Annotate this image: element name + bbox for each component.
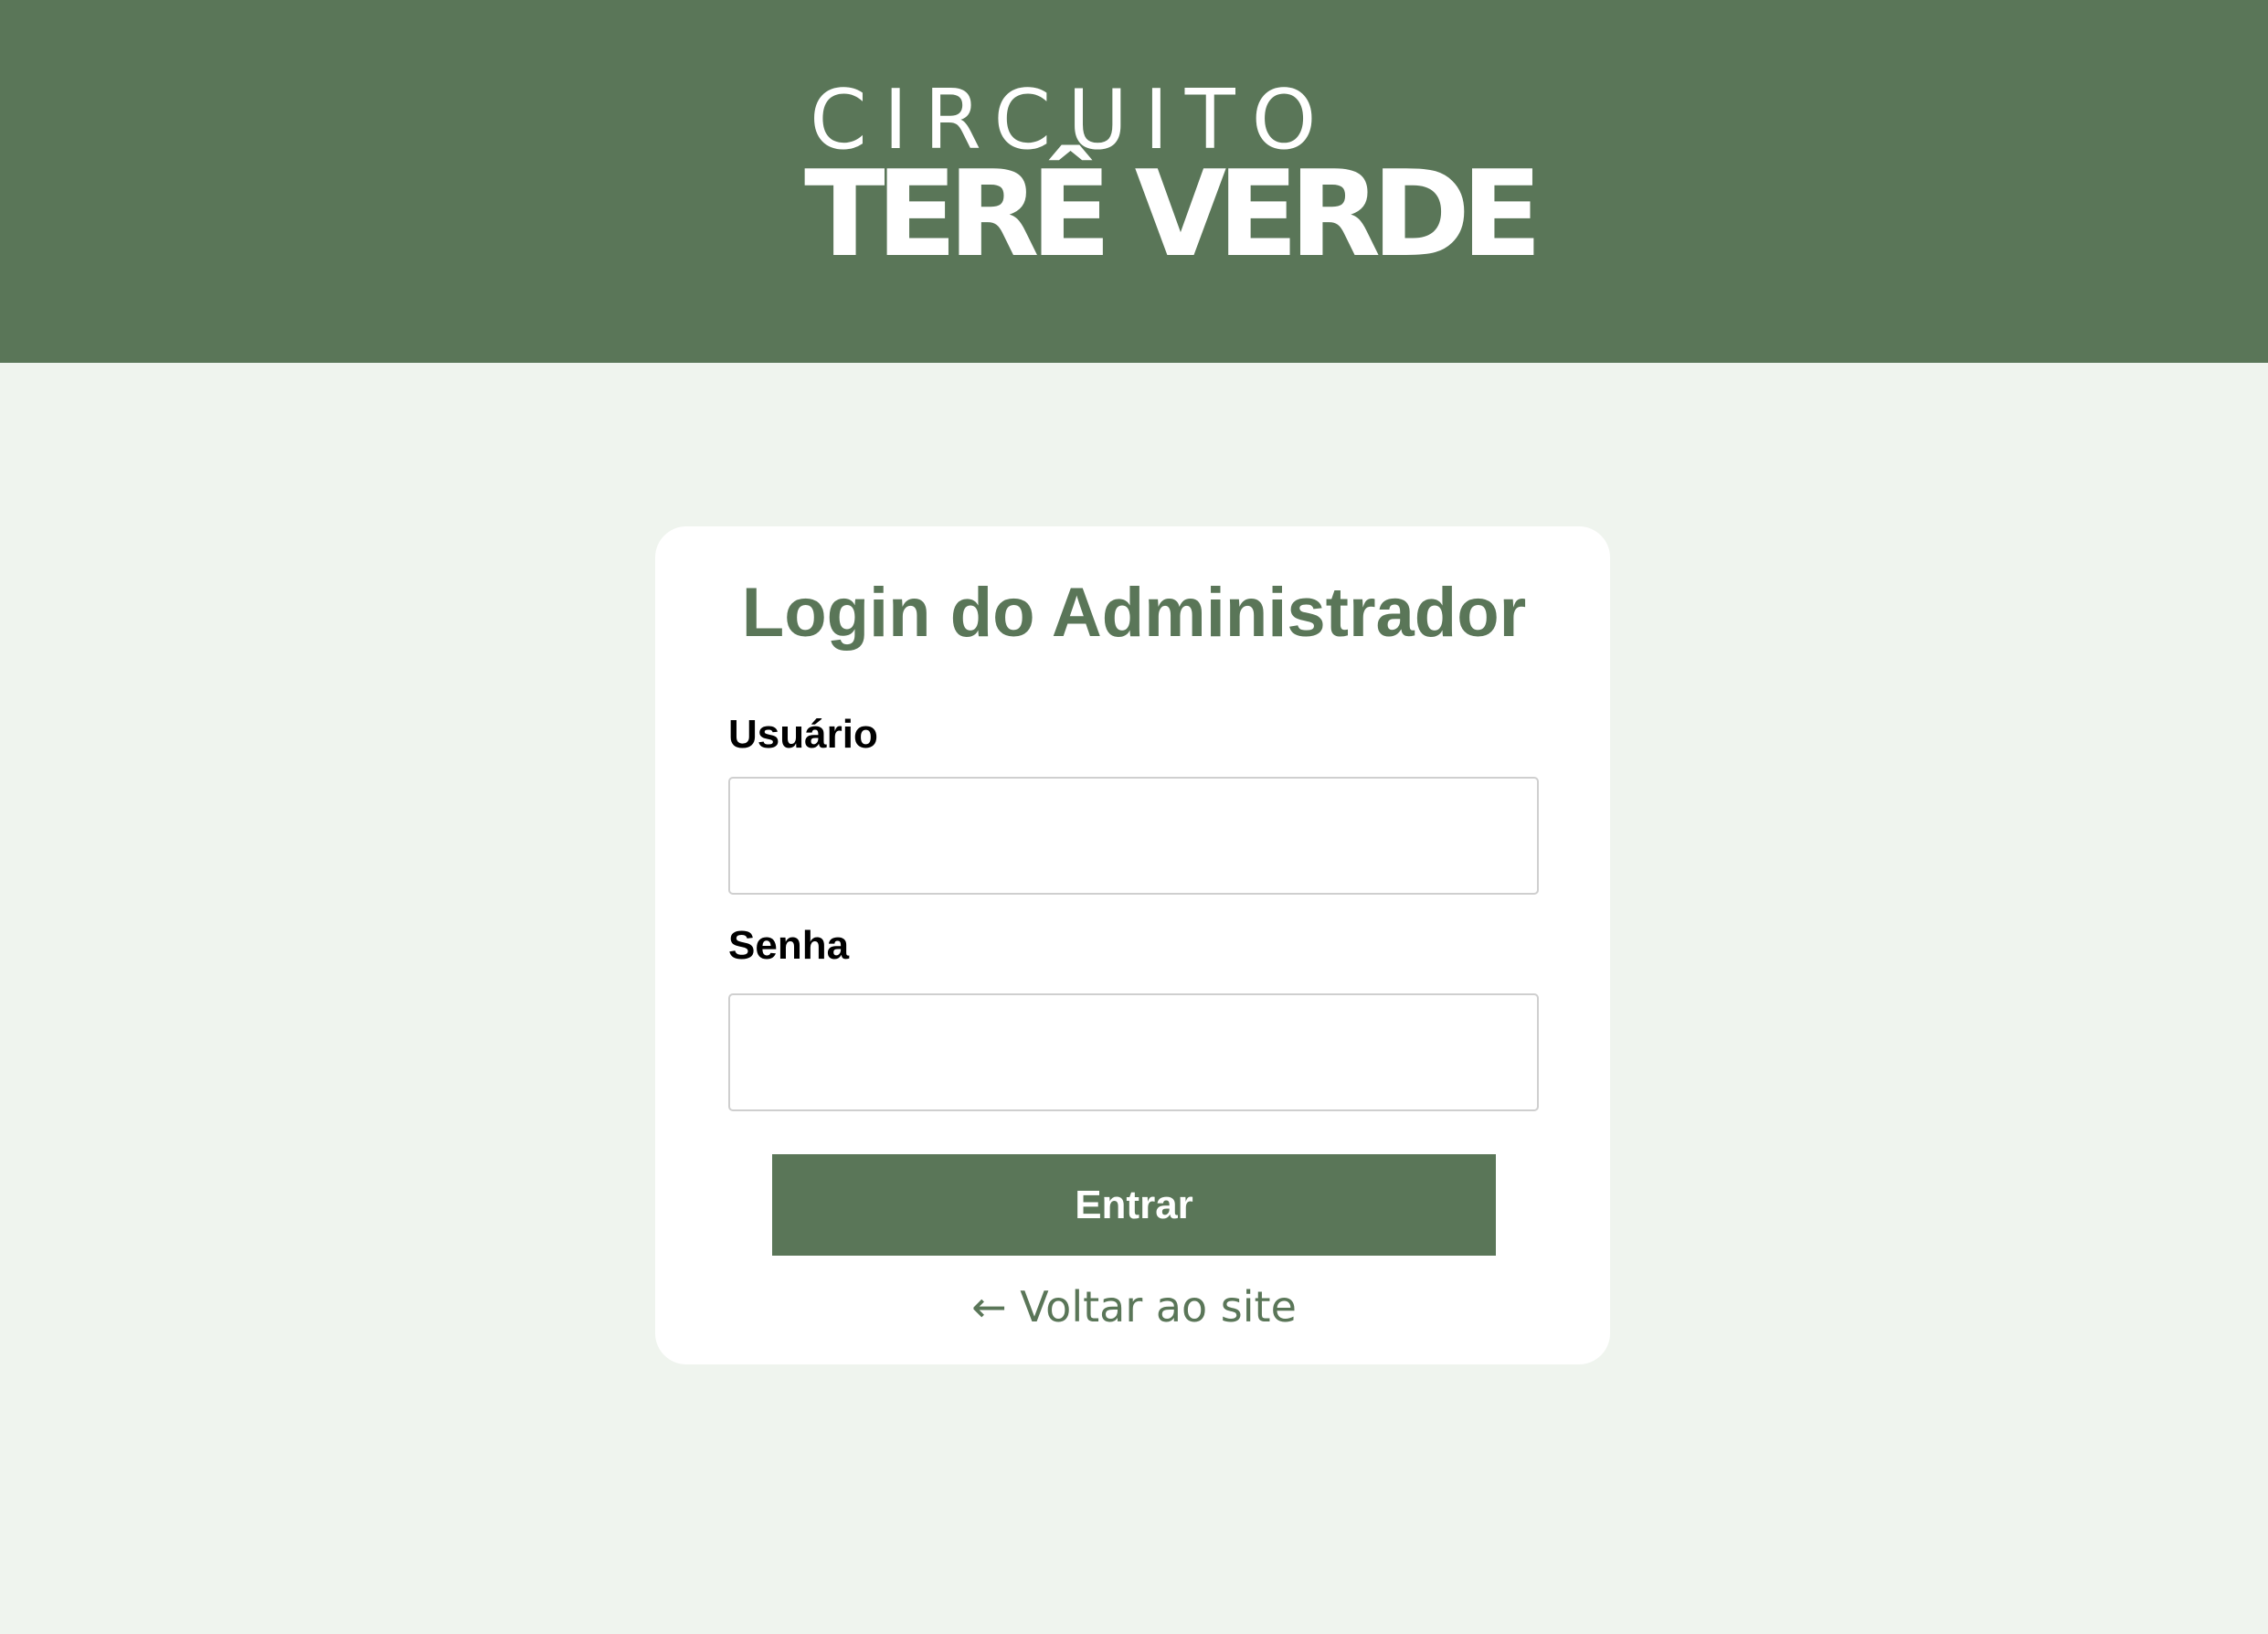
username-input[interactable] [728,777,1539,895]
username-label: Usuário [728,712,878,757]
password-input[interactable] [728,993,1539,1111]
back-to-site-link[interactable]: ← Voltar ao site [0,1279,2268,1334]
password-label: Senha [728,923,850,968]
circuito-tere-verde-logo: CIRCUITO TERÊ VERDE [804,75,1542,274]
logo-line-tere-verde: TERÊ VERDE [804,144,1542,283]
site-header: CIRCUITO TERÊ VERDE [0,0,2268,363]
login-title: Login do Administrador [741,574,1527,652]
login-submit-button[interactable]: Entrar [772,1154,1496,1256]
